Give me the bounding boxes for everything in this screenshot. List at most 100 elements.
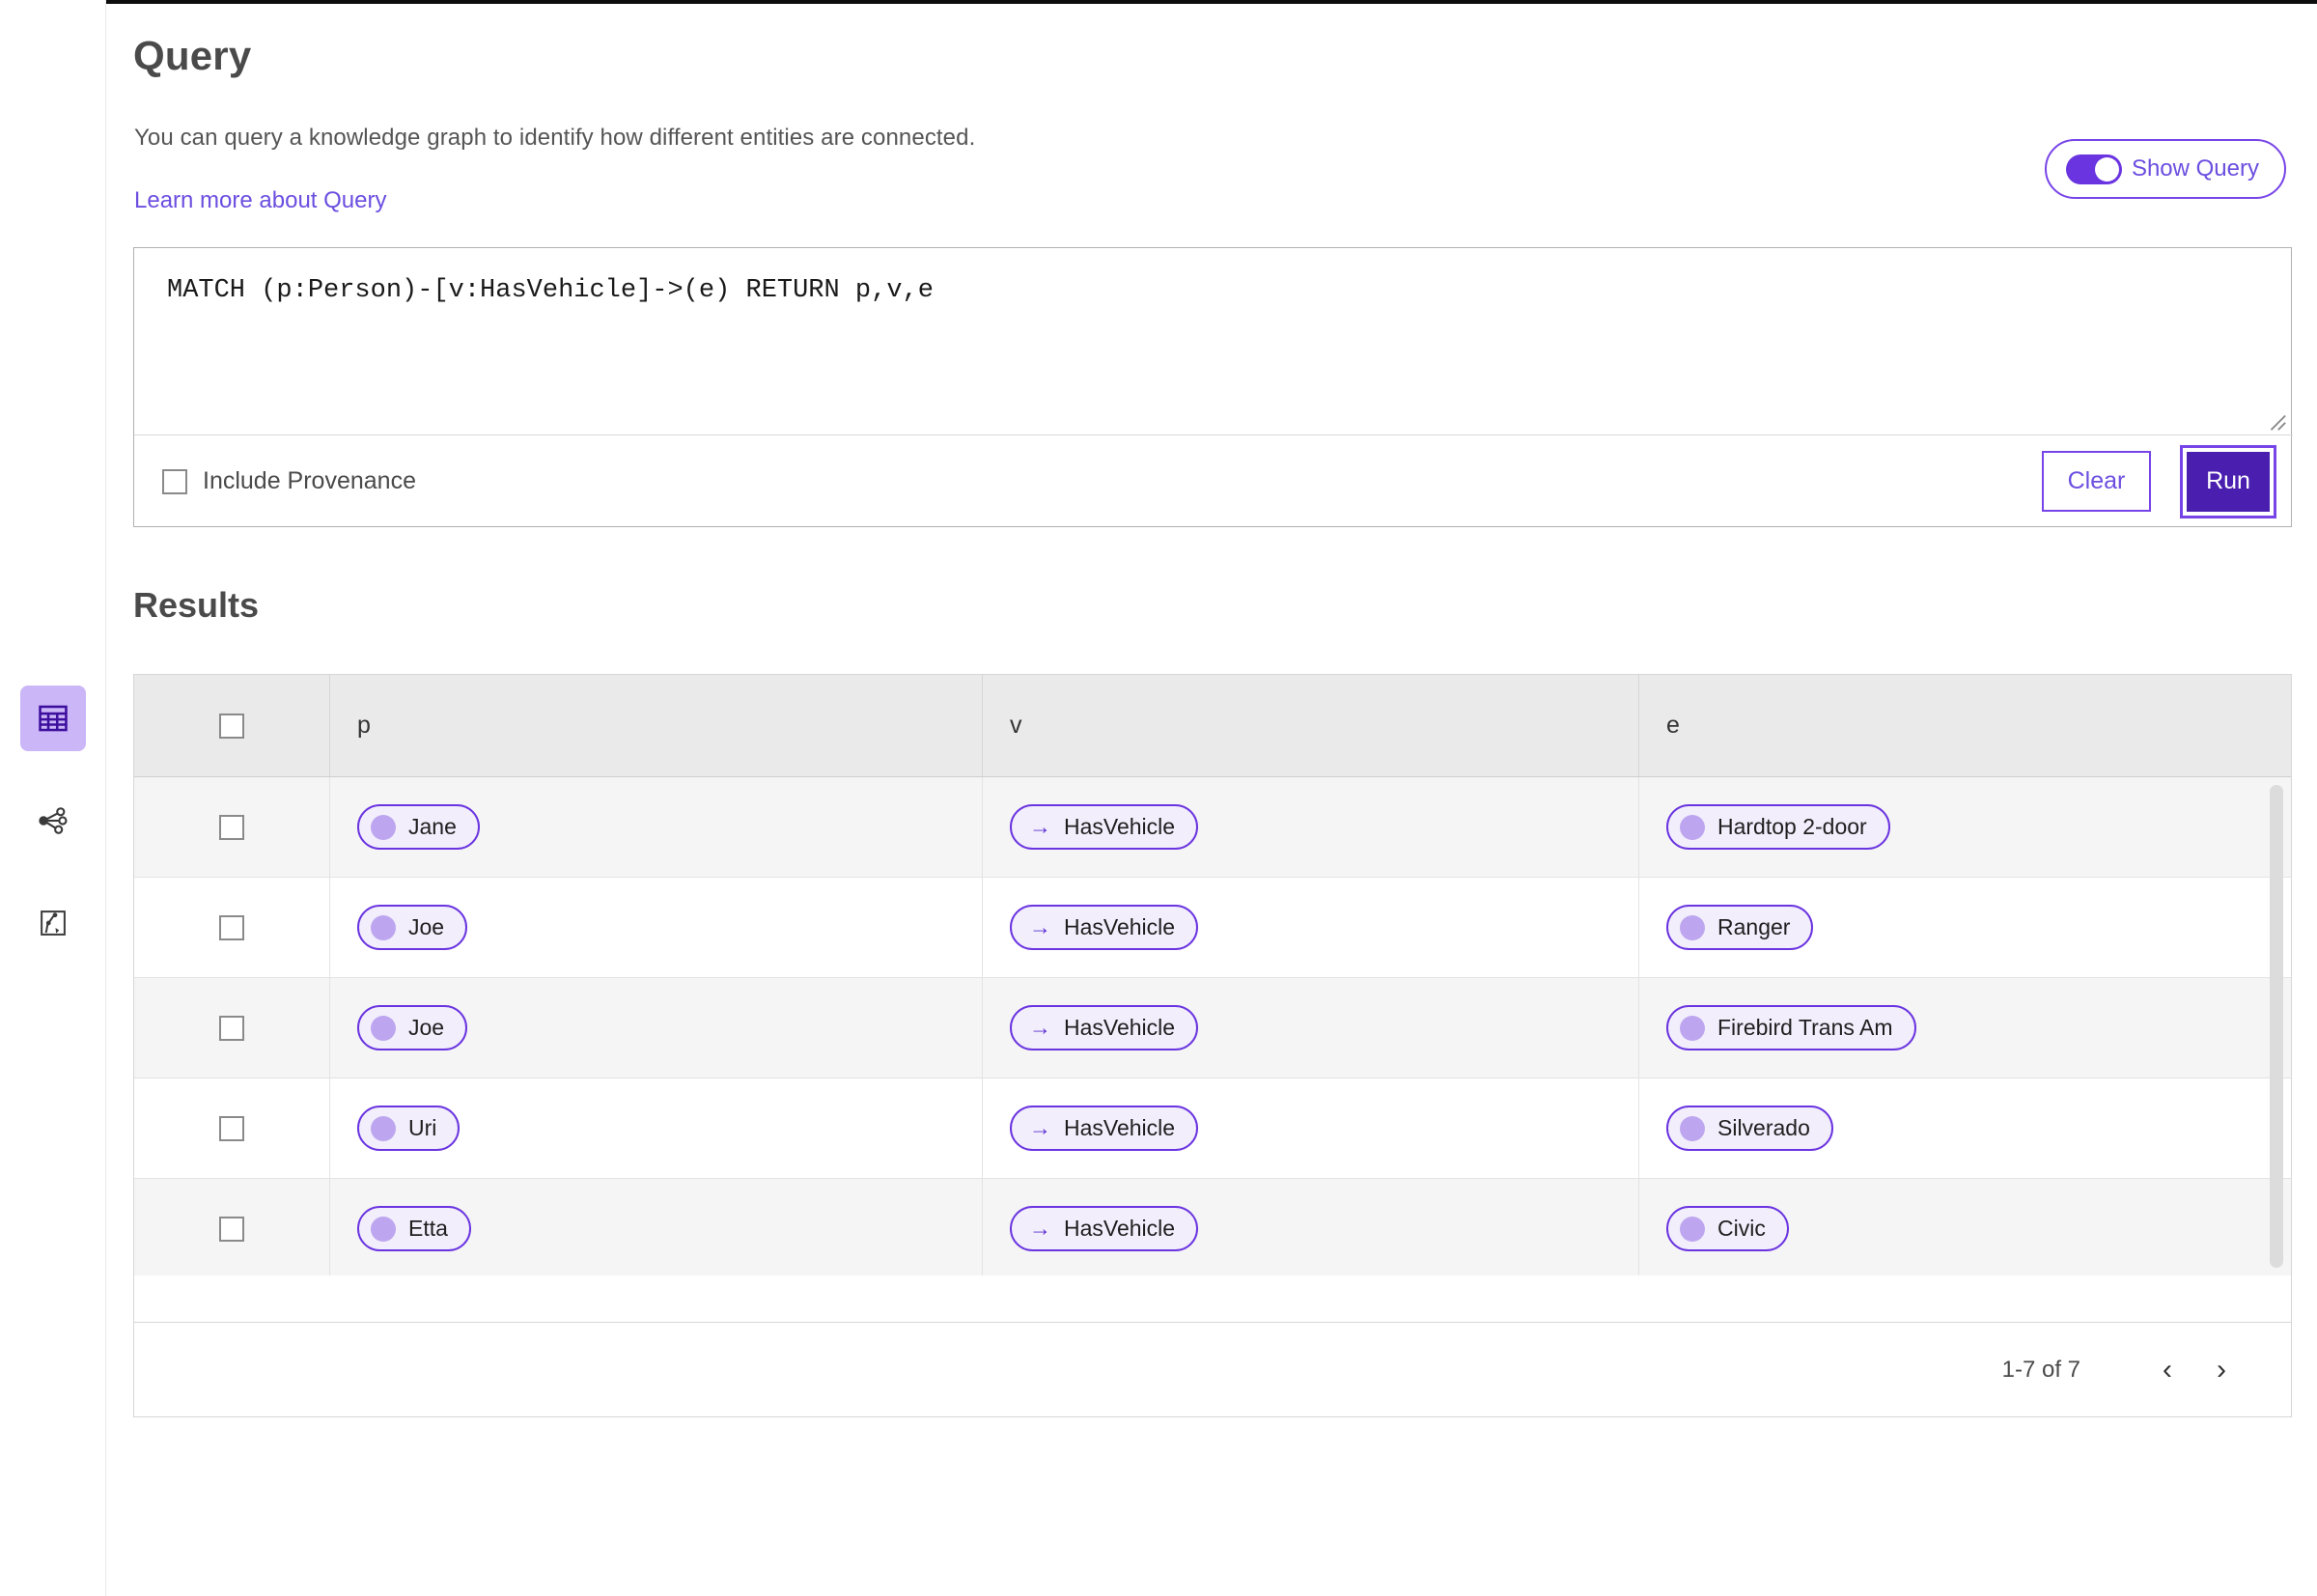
entity-chip[interactable]: Etta — [357, 1206, 471, 1251]
row-select-cell[interactable] — [134, 878, 330, 977]
query-editor-toolbar: Include Provenance Clear Run — [134, 435, 2293, 527]
relationship-chip[interactable]: → HasVehicle — [1010, 1206, 1199, 1251]
table-header-row: p v e — [134, 675, 2291, 777]
row-checkbox[interactable] — [219, 1015, 244, 1041]
sidebar-item-table[interactable] — [20, 686, 86, 751]
cell-v: → HasVehicle — [983, 978, 1639, 1078]
entity-circle-icon — [1680, 1015, 1705, 1041]
entity-circle-icon — [371, 1216, 396, 1242]
row-checkbox[interactable] — [219, 814, 244, 840]
cell-e: Ranger — [1639, 878, 2291, 977]
cell-p: Uri — [330, 1078, 983, 1178]
entity-chip[interactable]: Uri — [357, 1106, 461, 1151]
query-page: Query You can query a knowledge graph to… — [0, 0, 2317, 1596]
sidebar-item-map[interactable] — [20, 890, 86, 956]
cell-e: Silverado — [1639, 1078, 2291, 1178]
main-content: Query You can query a knowledge graph to… — [106, 4, 2317, 1596]
chip-label: HasVehicle — [1064, 914, 1176, 939]
entity-chip[interactable]: Joe — [357, 905, 468, 950]
table-vertical-scrollbar[interactable] — [2270, 785, 2283, 1268]
entity-circle-icon — [371, 1015, 396, 1041]
entity-chip[interactable]: Silverado — [1666, 1106, 1833, 1151]
query-editor-panel: Include Provenance Clear Run — [133, 247, 2293, 527]
table-row[interactable]: Uri → HasVehicle Silverado — [134, 1078, 2291, 1179]
arrow-icon: → — [1029, 1115, 1051, 1140]
cell-p: Joe — [330, 878, 983, 977]
include-provenance-label: Include Provenance — [203, 467, 416, 494]
table-row[interactable]: Joe → HasVehicle Ranger — [134, 878, 2291, 978]
entity-chip[interactable]: Jane — [357, 804, 480, 850]
row-checkbox[interactable] — [219, 1216, 244, 1242]
cell-v: → HasVehicle — [983, 1078, 1639, 1178]
arrow-icon: → — [1029, 914, 1051, 939]
entity-circle-icon — [1680, 914, 1705, 940]
clear-button[interactable]: Clear — [2042, 451, 2151, 512]
relationship-chip[interactable]: → HasVehicle — [1010, 1005, 1199, 1050]
relationship-chip[interactable]: → HasVehicle — [1010, 1106, 1199, 1151]
row-checkbox[interactable] — [219, 1115, 244, 1141]
show-query-toggle[interactable]: Show Query — [2044, 139, 2286, 199]
chip-label: Hardtop 2-door — [1717, 814, 1867, 839]
column-header-v[interactable]: v — [983, 675, 1639, 776]
cell-p: Jane — [330, 777, 983, 877]
chip-label: Ranger — [1717, 914, 1791, 939]
row-checkbox[interactable] — [219, 914, 244, 940]
row-select-cell[interactable] — [134, 978, 330, 1078]
row-select-cell[interactable] — [134, 777, 330, 877]
entity-circle-icon — [371, 1115, 396, 1141]
run-button-label: Run — [2187, 451, 2270, 512]
arrow-icon: → — [1029, 814, 1051, 839]
table-body: Jane → HasVehicle Hardtop 2-door Joe → HasVehi… — [134, 777, 2291, 1275]
entity-circle-icon — [1680, 1216, 1705, 1242]
row-select-cell[interactable] — [134, 1078, 330, 1178]
relationship-chip[interactable]: → HasVehicle — [1010, 804, 1199, 850]
select-all-checkbox[interactable] — [219, 713, 244, 739]
table-row[interactable]: Etta → HasVehicle Civic — [134, 1179, 2291, 1275]
chip-label: Joe — [408, 914, 445, 939]
show-query-label: Show Query — [2131, 155, 2259, 182]
chip-label: Etta — [408, 1216, 448, 1241]
results-table: p v e Jane → HasVehicle Hardtop 2-door Joe → H… — [133, 674, 2292, 1323]
entity-circle-icon — [371, 914, 396, 940]
chip-label: HasVehicle — [1064, 1115, 1176, 1140]
cell-p: Joe — [330, 978, 983, 1078]
entity-chip[interactable]: Ranger — [1666, 905, 1814, 950]
chip-label: Joe — [408, 1015, 445, 1040]
table-row[interactable]: Joe → HasVehicle Firebird Trans Am — [134, 978, 2291, 1078]
cell-e: Civic — [1639, 1179, 2291, 1275]
relationship-chip[interactable]: → HasVehicle — [1010, 905, 1199, 950]
next-page-button[interactable]: › — [2194, 1343, 2248, 1397]
chip-label: Jane — [408, 814, 457, 839]
cell-e: Hardtop 2-door — [1639, 777, 2291, 877]
table-icon — [37, 702, 70, 735]
pagination-range: 1-7 of 7 — [2001, 1356, 2080, 1383]
entity-chip[interactable]: Civic — [1666, 1206, 1789, 1251]
learn-more-link[interactable]: Learn more about Query — [134, 187, 386, 214]
page-description: You can query a knowledge graph to ident… — [134, 125, 976, 151]
entity-chip[interactable]: Firebird Trans Am — [1666, 1005, 1916, 1050]
chip-label: HasVehicle — [1064, 1015, 1176, 1040]
column-header-p[interactable]: p — [330, 675, 983, 776]
page-title: Query — [133, 33, 252, 78]
run-button[interactable]: Run — [2180, 444, 2276, 518]
entity-chip[interactable]: Joe — [357, 1005, 468, 1050]
include-provenance-checkbox[interactable]: Include Provenance — [162, 467, 416, 495]
cell-p: Etta — [330, 1179, 983, 1275]
cell-e: Firebird Trans Am — [1639, 978, 2291, 1078]
table-row[interactable]: Jane → HasVehicle Hardtop 2-door — [134, 777, 2291, 878]
previous-page-button[interactable]: ‹ — [2140, 1343, 2194, 1397]
row-select-cell[interactable] — [134, 1179, 330, 1275]
query-input[interactable] — [134, 248, 2293, 434]
chip-label: Civic — [1717, 1216, 1766, 1241]
sidebar-item-graph[interactable] — [20, 788, 86, 854]
toggle-switch[interactable] — [2065, 154, 2122, 184]
cell-v: → HasVehicle — [983, 1179, 1639, 1275]
view-mode-rail — [0, 0, 106, 1596]
checkbox-box[interactable] — [162, 468, 187, 494]
column-header-e[interactable]: e — [1639, 675, 2291, 776]
chip-label: Silverado — [1717, 1115, 1810, 1140]
entity-chip[interactable]: Hardtop 2-door — [1666, 804, 1890, 850]
toggle-knob — [2094, 156, 2119, 182]
pagination-bar: 1-7 of 7 ‹ › — [133, 1323, 2292, 1417]
select-all-header[interactable] — [134, 675, 330, 776]
